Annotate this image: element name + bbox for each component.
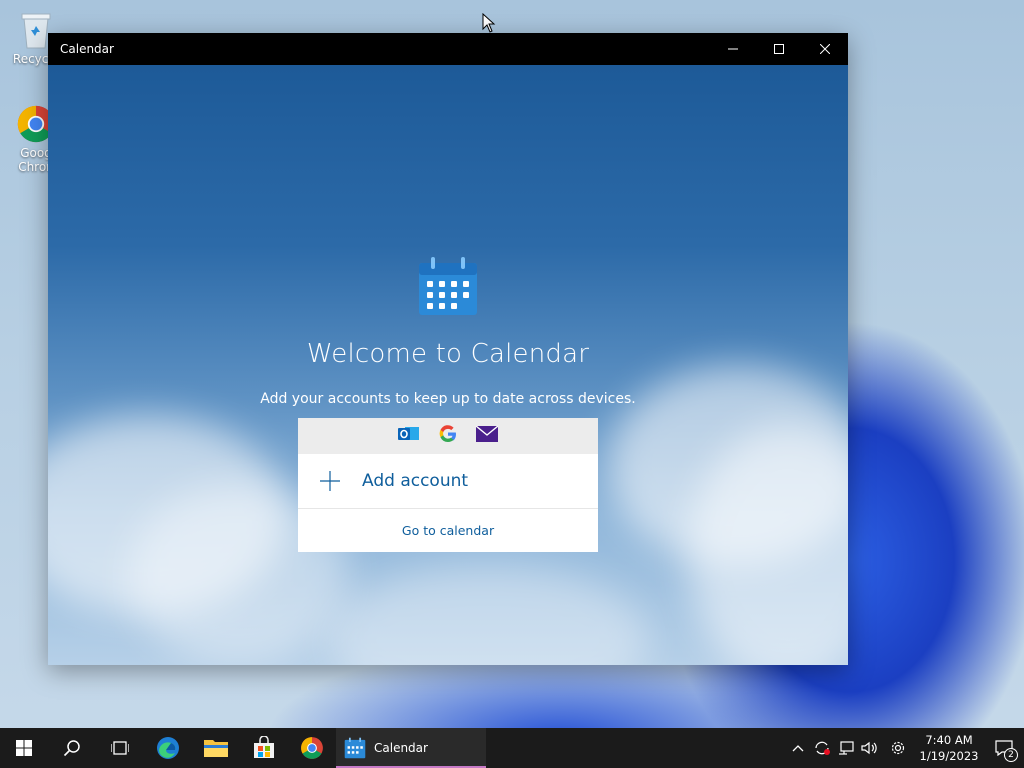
volume-button[interactable] xyxy=(858,728,882,768)
maximize-button[interactable] xyxy=(756,33,802,65)
file-explorer-icon xyxy=(204,740,228,757)
notifications-button[interactable]: 2 xyxy=(984,728,1024,768)
calendar-icon xyxy=(344,737,366,759)
close-icon xyxy=(820,44,830,54)
store-button[interactable] xyxy=(240,728,288,768)
gear-icon xyxy=(891,741,905,755)
search-button[interactable] xyxy=(48,728,96,768)
go-to-calendar-button[interactable]: Go to calendar xyxy=(298,509,598,552)
sync-status-button[interactable] xyxy=(810,728,834,768)
cloud-decoration xyxy=(328,565,648,665)
close-button[interactable] xyxy=(802,33,848,65)
window-title: Calendar xyxy=(60,42,114,56)
outlook-icon xyxy=(398,425,420,447)
calendar-taskbar-button[interactable]: Calendar xyxy=(336,728,486,768)
taskbar: Calendar 7:40 AM 1/19/2023 2 xyxy=(0,728,1024,768)
account-card: Add account Go to calendar xyxy=(298,418,598,552)
file-explorer-button[interactable] xyxy=(192,728,240,768)
clock[interactable]: 7:40 AM 1/19/2023 xyxy=(914,732,984,764)
minimize-icon xyxy=(728,48,738,50)
maximize-icon xyxy=(774,44,784,54)
notification-count-badge: 2 xyxy=(1004,748,1018,762)
title-bar[interactable]: Calendar xyxy=(48,33,848,65)
system-tray: 7:40 AM 1/19/2023 2 xyxy=(786,728,1024,768)
edge-button[interactable] xyxy=(144,728,192,768)
calendar-taskbar-label: Calendar xyxy=(374,741,428,755)
chrome-taskbar-button[interactable] xyxy=(288,728,336,768)
plus-icon xyxy=(320,471,340,491)
start-icon xyxy=(16,740,32,756)
calendar-app-icon xyxy=(418,255,478,321)
calendar-window: Calendar Welcome to Calendar Add your ac… xyxy=(48,33,848,665)
clock-date: 1/19/2023 xyxy=(919,749,979,763)
chrome-icon xyxy=(301,737,323,759)
welcome-page: Welcome to Calendar Add your accounts to… xyxy=(48,65,848,665)
volume-icon xyxy=(861,741,877,755)
chevron-up-icon xyxy=(792,745,804,752)
welcome-heading: Welcome to Calendar xyxy=(306,339,590,369)
welcome-subtitle: Add your accounts to keep up to date acr… xyxy=(260,391,636,407)
mail-icon xyxy=(475,425,499,446)
search-icon xyxy=(63,740,80,757)
task-view-icon xyxy=(111,741,129,755)
start-button[interactable] xyxy=(0,728,48,768)
edge-icon xyxy=(157,737,179,759)
sync-error-icon xyxy=(815,741,830,755)
settings-button[interactable] xyxy=(882,728,914,768)
network-icon xyxy=(839,741,854,755)
store-icon xyxy=(254,736,274,758)
clock-time: 7:40 AM xyxy=(925,733,973,747)
minimize-button[interactable] xyxy=(710,33,756,65)
show-hidden-icons-button[interactable] xyxy=(786,728,810,768)
provider-strip xyxy=(298,418,598,454)
add-account-button[interactable]: Add account xyxy=(298,454,598,509)
task-view-button[interactable] xyxy=(96,728,144,768)
network-button[interactable] xyxy=(834,728,858,768)
add-account-label: Add account xyxy=(362,471,469,491)
google-icon xyxy=(438,424,458,448)
